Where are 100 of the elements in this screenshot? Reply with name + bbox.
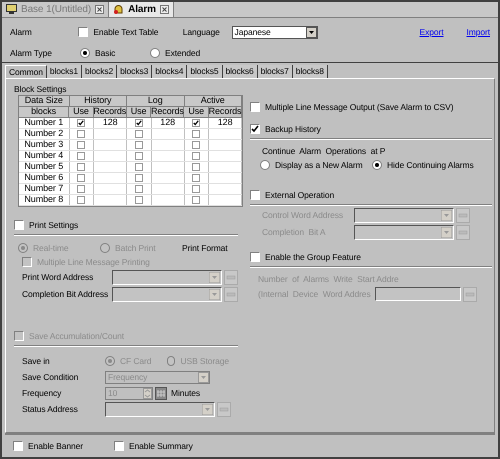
use-checkbox[interactable] (134, 163, 143, 171)
print-settings-label: Print Settings (29, 218, 78, 232)
external-operation-label: External Operation (265, 188, 334, 202)
checkbox[interactable] (250, 124, 260, 134)
status-address-label: Status Address (22, 402, 79, 416)
radio-button[interactable] (372, 160, 382, 170)
group-feature-label: Enable the Group Feature (265, 250, 361, 264)
minutes-label: Minutes (171, 386, 200, 400)
use-checkbox[interactable] (134, 130, 143, 138)
field-label: Print Word Address (22, 270, 94, 284)
address-dropdown[interactable] (112, 286, 222, 302)
word-address-field[interactable] (374, 287, 461, 301)
tab[interactable]: blocks4 (152, 65, 188, 78)
use-checkbox[interactable] (77, 119, 86, 127)
checkbox[interactable] (114, 441, 124, 451)
alarm-type-label: Alarm Type (10, 46, 53, 60)
use-checkbox[interactable] (77, 174, 86, 182)
use-checkbox[interactable] (192, 174, 200, 182)
column-header: Records (209, 107, 242, 117)
radio-button[interactable] (260, 160, 270, 170)
column-header: History (70, 96, 128, 106)
print-format-label: Print Format (182, 242, 228, 254)
column-header: Active (184, 96, 242, 106)
checkbox[interactable] (250, 102, 260, 112)
tab[interactable]: blocks8 (292, 65, 328, 78)
bottom-option-label: Enable Banner (28, 440, 83, 452)
alarm-label: Alarm (10, 26, 33, 38)
radio-button[interactable] (80, 48, 90, 58)
enable-text-table-label: Enable Text Table (93, 26, 158, 38)
tab[interactable]: blocks7 (258, 65, 293, 78)
use-checkbox[interactable] (134, 196, 143, 204)
tab[interactable]: blocks1 (46, 65, 82, 78)
use-checkbox[interactable] (77, 152, 86, 160)
radio-button[interactable] (150, 48, 160, 58)
checkbox[interactable] (78, 27, 88, 37)
dropdown-arrow-icon (209, 288, 220, 300)
tab[interactable]: blocks6 (222, 65, 258, 78)
address-dropdown[interactable] (354, 208, 454, 222)
column-header: Use (69, 107, 94, 117)
tab[interactable]: blocks2 (82, 65, 118, 78)
checkbox[interactable] (13, 441, 23, 451)
use-checkbox[interactable] (192, 119, 200, 127)
address-dropdown[interactable] (354, 224, 454, 240)
continue-operations-label: Continue Alarm Operations at P (261, 145, 386, 157)
use-checkbox[interactable] (134, 152, 143, 160)
frequency-label: Frequency (22, 386, 62, 400)
column-header: Records (94, 107, 127, 117)
use-checkbox[interactable] (77, 141, 86, 149)
use-checkbox[interactable] (192, 163, 200, 171)
use-checkbox[interactable] (77, 185, 86, 193)
use-checkbox[interactable] (192, 130, 200, 138)
column-header: Records (151, 107, 184, 117)
section-title: Block Settings (14, 83, 68, 95)
use-checkbox[interactable] (192, 141, 200, 149)
address-dropdown[interactable] (112, 270, 222, 284)
use-checkbox[interactable] (192, 196, 200, 204)
use-checkbox[interactable] (134, 141, 143, 149)
save-condition-label: Save Condition (22, 370, 80, 384)
continuing-alarm-option-label: Hide Continuing Alarms (387, 158, 474, 172)
table-cell: Number 3 (19, 140, 70, 150)
table-cell: Number 5 (19, 162, 70, 172)
use-checkbox[interactable] (192, 185, 200, 193)
language-dropdown[interactable]: Japanese (232, 26, 318, 38)
keypad-icon[interactable] (155, 386, 167, 400)
monitor-icon (6, 4, 17, 14)
use-checkbox[interactable] (77, 130, 86, 138)
close-icon[interactable] (95, 4, 104, 14)
use-checkbox[interactable] (134, 174, 143, 182)
tab[interactable]: Common (5, 65, 47, 78)
table-cell-text: 128 (218, 116, 232, 130)
column-header: Data Size (19, 96, 70, 106)
export-link[interactable]: Export (420, 26, 444, 38)
alarm-type-label: Extended (165, 46, 200, 60)
address-dropdown[interactable] (105, 402, 215, 416)
use-checkbox[interactable] (77, 196, 86, 204)
tab[interactable]: blocks5 (187, 65, 223, 78)
table-cell: Number 2 (19, 129, 70, 139)
table-cell-text: 128 (102, 116, 118, 130)
alarm-bell-icon (113, 4, 124, 14)
use-checkbox[interactable] (134, 185, 143, 193)
dropdown-arrow-icon (209, 272, 220, 282)
use-checkbox[interactable] (77, 163, 86, 171)
bottom-option-label: Enable Summary (128, 440, 193, 452)
dropdown-arrow-icon (441, 210, 452, 220)
column-header: Use (184, 107, 210, 117)
document-tab[interactable]: Alarm (109, 2, 174, 17)
use-checkbox[interactable] (192, 152, 200, 160)
table-cell: Number 7 (19, 184, 70, 194)
close-icon[interactable] (160, 4, 169, 14)
tab[interactable]: blocks3 (117, 65, 152, 78)
column-header: Use (126, 107, 152, 117)
import-link[interactable]: Import (466, 26, 490, 38)
dropdown-arrow-icon (441, 226, 452, 238)
continuing-alarm-option-label: Display as a New Alarm (275, 158, 363, 172)
use-checkbox[interactable] (134, 119, 143, 127)
alarm-type-label: Basic (95, 46, 116, 60)
table-cell: Number 1 (19, 118, 70, 128)
save-in-label: Save in (22, 354, 51, 368)
table-cell: Number 4 (19, 151, 70, 161)
language-label: Language (182, 26, 221, 38)
